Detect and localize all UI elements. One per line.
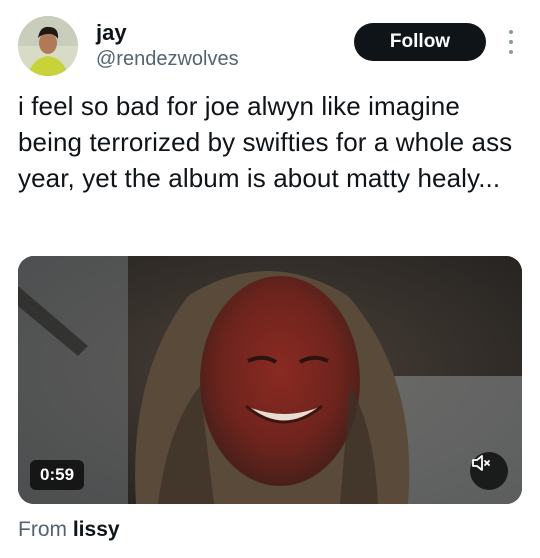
tweet-text: i feel so bad for joe alwyn like imagine… <box>18 91 513 193</box>
author-name[interactable]: jay <box>96 20 127 46</box>
avatar-image <box>18 16 78 76</box>
more-options-icon[interactable] <box>506 28 516 56</box>
attribution-prefix: From <box>18 518 67 541</box>
mute-icon[interactable] <box>470 452 508 490</box>
video-attribution: From lissy <box>18 518 120 542</box>
video-duration: 0:59 <box>30 460 85 490</box>
author-handle[interactable]: @rendezwolves <box>96 48 239 71</box>
attribution-source-link[interactable]: lissy <box>73 518 120 541</box>
video-frame <box>18 256 522 504</box>
avatar[interactable] <box>18 16 78 76</box>
tweet-header: jay @rendezwolves Follow <box>18 14 524 78</box>
follow-button[interactable]: Follow <box>354 23 486 61</box>
video-player[interactable]: 0:59 <box>18 256 522 504</box>
